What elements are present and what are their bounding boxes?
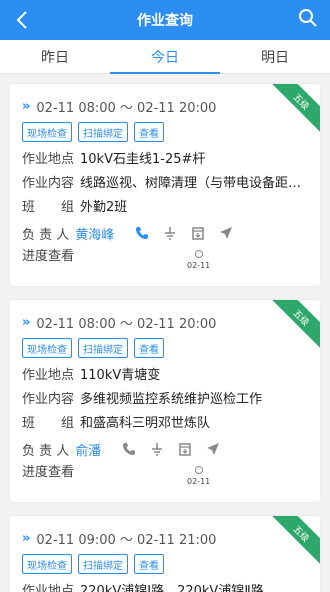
progress-dot: [194, 466, 203, 474]
double-chevron-icon: »: [22, 314, 31, 330]
location-label: 作业地点: [22, 152, 75, 167]
task-card[interactable]: 五级 » 02-11 09:00 ～ 02-11 21:00 现场检查 扫描绑定…: [10, 516, 320, 592]
person-label: 负 责 人: [22, 443, 70, 459]
content-value: 多维视频监控系统维护巡检工作: [80, 392, 263, 407]
view-button[interactable]: 查看: [134, 338, 164, 358]
person-row: 负 责 人 俞潘: [22, 436, 310, 462]
content-row: 作业内容 线路巡视、树障清理（与带电设备距…: [22, 172, 310, 196]
time-range: 02-11 08:00 ～ 02-11 20:00: [36, 316, 217, 332]
content-label: 作业内容: [22, 176, 75, 191]
location-value: 220kV浦锦Ⅰ路、220kV浦锦Ⅱ路: [80, 584, 264, 592]
location-value: 10kV石圭线1-25#杆: [80, 152, 206, 167]
time-row: » 02-11 08:00 ～ 02-11 20:00: [22, 96, 310, 116]
team-label: 班 组: [22, 200, 75, 215]
task-card[interactable]: 五级 » 02-11 08:00 ～ 02-11 20:00 现场检查 扫描绑定…: [10, 84, 320, 286]
progress-node: 02-11: [187, 250, 210, 270]
content-value: 线路巡视、树障清理（与带电设备距…: [80, 176, 302, 191]
progress-node: 02-11: [187, 466, 210, 486]
team-value: 和盛高科三明邓世炼队: [80, 416, 211, 431]
content-label: 作业内容: [22, 392, 75, 407]
time-range: 02-11 08:00 ～ 02-11 20:00: [36, 100, 217, 116]
scan-bind-button[interactable]: 扫描绑定: [78, 122, 128, 142]
scan-bind-button[interactable]: 扫描绑定: [78, 554, 128, 574]
progress-row: 进度查看 02-11: [22, 462, 310, 492]
location-row: 作业地点 10kV石圭线1-25#杆: [22, 148, 310, 172]
location-label: 作业地点: [22, 584, 75, 592]
tab-tomorrow[interactable]: 明日: [220, 40, 330, 73]
search-icon[interactable]: [298, 8, 322, 32]
content-row: 作业内容 多维视频监控系统维护巡检工作: [22, 388, 310, 412]
location-label: 作业地点: [22, 368, 75, 383]
time-range: 02-11 09:00 ～ 02-11 21:00: [36, 532, 217, 548]
team-label: 班 组: [22, 416, 75, 431]
back-icon[interactable]: [10, 6, 34, 34]
ground-icon[interactable]: [143, 439, 171, 459]
progress-date: 02-11: [187, 261, 211, 270]
time-row: » 02-11 08:00 ～ 02-11 20:00: [22, 312, 310, 332]
site-check-button[interactable]: 现场检查: [22, 554, 72, 574]
view-button[interactable]: 查看: [134, 122, 164, 142]
location-row: 作业地点 110kV青塘变: [22, 364, 310, 388]
site-check-button[interactable]: 现场检查: [22, 338, 72, 358]
location-value: 110kV青塘变: [80, 368, 161, 383]
tab-yesterday[interactable]: 昨日: [0, 40, 110, 73]
person-name[interactable]: 黄海峰: [75, 224, 114, 243]
location-row: 作业地点 220kV浦锦Ⅰ路、220kV浦锦Ⅱ路: [22, 580, 310, 592]
team-row: 班 组外勤2班: [22, 196, 310, 220]
progress-label[interactable]: 进度查看: [22, 246, 74, 268]
person-name[interactable]: 俞潘: [75, 440, 101, 459]
progress-date: 02-11: [187, 477, 211, 486]
archive-icon[interactable]: [184, 223, 212, 243]
team-value: 外勤2班: [80, 200, 128, 215]
progress-dot: [194, 250, 203, 258]
person-label: 负 责 人: [22, 227, 70, 243]
team-row: 班 组和盛高科三明邓世炼队: [22, 412, 310, 436]
navigate-icon[interactable]: [212, 223, 240, 243]
page-title: 作业查询: [137, 13, 193, 29]
progress-label[interactable]: 进度查看: [22, 462, 74, 484]
view-button[interactable]: 查看: [134, 554, 164, 574]
app-header: 作业查询: [0, 0, 330, 40]
archive-icon[interactable]: [171, 439, 199, 459]
scan-bind-button[interactable]: 扫描绑定: [78, 338, 128, 358]
double-chevron-icon: »: [22, 530, 31, 546]
ground-icon[interactable]: [156, 223, 184, 243]
task-list: 五级 » 02-11 08:00 ～ 02-11 20:00 现场检查 扫描绑定…: [0, 74, 330, 592]
navigate-icon[interactable]: [199, 439, 227, 459]
task-card[interactable]: 五级 » 02-11 08:00 ～ 02-11 20:00 现场检查 扫描绑定…: [10, 300, 320, 502]
double-chevron-icon: »: [22, 98, 31, 114]
day-tabs: 昨日 今日 明日: [0, 40, 330, 74]
phone-icon[interactable]: [115, 439, 143, 459]
person-row: 负 责 人 黄海峰: [22, 220, 310, 246]
phone-icon[interactable]: [128, 223, 156, 243]
site-check-button[interactable]: 现场检查: [22, 122, 72, 142]
time-row: » 02-11 09:00 ～ 02-11 21:00: [22, 528, 310, 548]
tab-today[interactable]: 今日: [110, 40, 220, 74]
progress-row: 进度查看 02-11: [22, 246, 310, 276]
